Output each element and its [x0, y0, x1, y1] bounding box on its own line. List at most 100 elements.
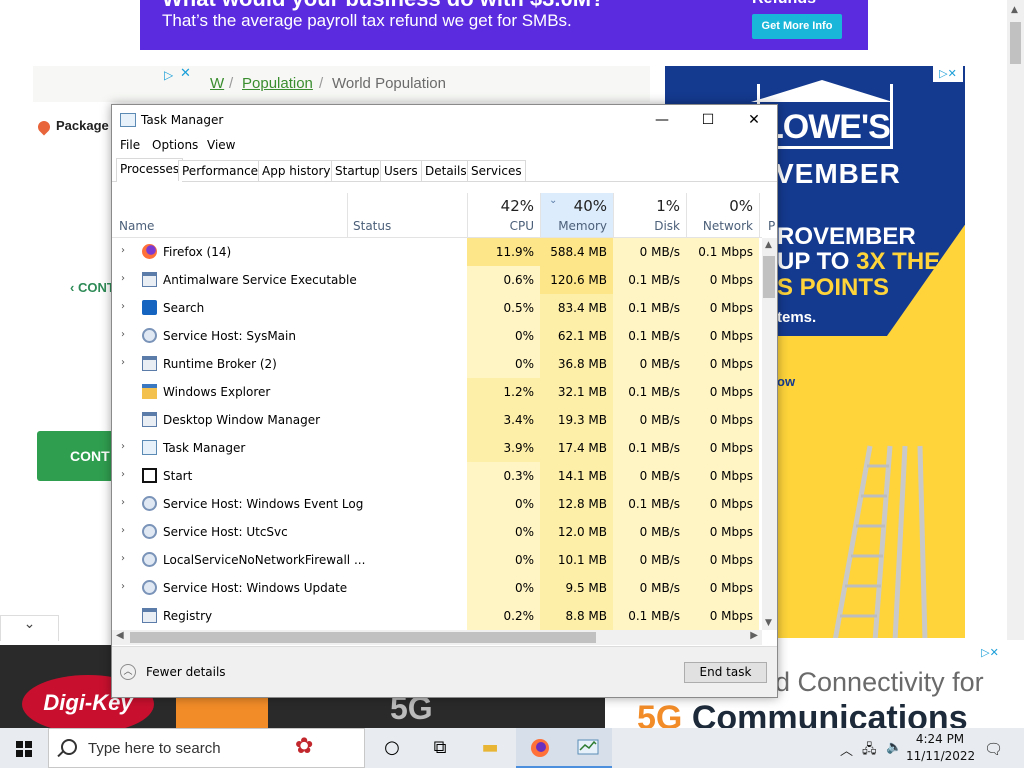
expand-chevron-icon[interactable]: › — [121, 497, 125, 508]
table-row[interactable]: Registry 0.2% 8.8 MB 0.1 MB/s 0 Mbps — [112, 602, 762, 630]
breadcrumb-home-link[interactable]: W — [210, 75, 224, 92]
column-power-partial[interactable]: P — [768, 219, 775, 233]
task-manager-window[interactable]: Task Manager — ☐ ✕ File Options View Pro… — [111, 104, 778, 698]
column-cpu[interactable]: 42% CPU — [467, 193, 540, 237]
column-divider[interactable] — [347, 193, 348, 237]
scroll-up-icon[interactable]: ▲ — [1011, 5, 1018, 15]
expand-chevron-icon[interactable]: › — [121, 329, 125, 340]
scroll-right-icon[interactable]: ▶ — [750, 630, 758, 641]
close-button[interactable]: ✕ — [731, 105, 777, 135]
taskbar-search-box[interactable]: Type here to search ✿ — [48, 728, 365, 768]
file-explorer-icon[interactable]: ▬ — [466, 728, 514, 768]
breadcrumb-population-link[interactable]: Population — [242, 75, 313, 92]
column-divider[interactable] — [686, 193, 687, 237]
table-row[interactable]: Desktop Window Manager 3.4% 19.3 MB 0 MB/s 0… — [112, 406, 762, 434]
column-network[interactable]: 0% Network — [686, 193, 759, 237]
table-row[interactable]: › LocalServiceNoNetworkFirewall ... 0% 10.1… — [112, 546, 762, 574]
notification-icon[interactable]: 🗨 — [984, 740, 1003, 758]
table-row[interactable]: Windows Explorer 1.2% 32.1 MB 0.1 MB/s 0 Mbp… — [112, 378, 762, 406]
scroll-left-icon[interactable]: ◀ — [116, 630, 124, 641]
expand-chevron-icon[interactable]: › — [121, 553, 125, 564]
table-row[interactable]: › Task Manager 3.9% 17.4 MB 0.1 MB/s 0 Mbps — [112, 434, 762, 462]
tab-processes[interactable]: Processes — [116, 158, 184, 182]
lowes-shop-button[interactable]: ow — [777, 364, 823, 400]
tab-startup[interactable]: Startup — [331, 160, 384, 181]
expand-chevron-icon[interactable]: › — [121, 245, 125, 256]
table-row[interactable]: › Antimalware Service Executable 0.6% 120.6… — [112, 266, 762, 294]
column-divider[interactable] — [613, 193, 614, 237]
table-row[interactable]: › Service Host: UtcSvc 0% 12.0 MB 0 MB/s 0 Mb… — [112, 518, 762, 546]
continue-button[interactable]: CONT — [37, 431, 117, 481]
expand-chevron-icon[interactable]: › — [121, 357, 125, 368]
adchoices-icon[interactable]: ▷ — [164, 68, 173, 82]
expand-chevron-icon[interactable]: › — [121, 581, 125, 592]
expand-chevron-icon[interactable]: › — [121, 525, 125, 536]
table-row[interactable]: › Runtime Broker (2) 0% 36.8 MB 0 MB/s 0 Mbps — [112, 350, 762, 378]
horizontal-scrollbar-thumb[interactable] — [130, 632, 596, 643]
column-divider[interactable] — [540, 193, 541, 237]
menu-options[interactable]: Options — [152, 138, 198, 152]
clock[interactable]: 4:24 PM 11/11/2022 — [906, 731, 975, 765]
tab-details[interactable]: Details — [421, 160, 471, 181]
vertical-scrollbar-thumb[interactable] — [763, 256, 775, 298]
horizontal-scrollbar[interactable]: ◀ ▶ — [112, 630, 762, 645]
expand-chevron-icon[interactable]: › — [121, 273, 125, 284]
maximize-button[interactable]: ☐ — [685, 105, 731, 135]
table-row[interactable]: › Search 0.5% 83.4 MB 0.1 MB/s 0 Mbps — [112, 294, 762, 322]
ad-close-icon[interactable]: ▷✕ — [975, 645, 1005, 661]
table-row[interactable]: › Service Host: Windows Update 0% 9.5 MB 0 M… — [112, 574, 762, 602]
tab-performance[interactable]: Performance — [178, 160, 263, 181]
vertical-scrollbar[interactable]: ▲ ▼ — [762, 238, 777, 630]
continue-link[interactable]: ‹ CONT — [70, 280, 115, 295]
table-row[interactable]: › Start 0.3% 14.1 MB 0 MB/s 0 Mbps — [112, 462, 762, 490]
start-button[interactable] — [0, 728, 48, 768]
expand-chevron-icon[interactable]: › — [121, 441, 125, 452]
expand-chevron-icon[interactable]: › — [121, 301, 125, 312]
package-label[interactable]: Package — [35, 118, 109, 136]
task-manager-icon[interactable] — [564, 728, 612, 768]
get-more-info-button[interactable]: Get More Info — [752, 14, 842, 39]
cortana-icon[interactable]: ○ — [368, 728, 416, 768]
chevron-up-icon[interactable]: ︿ — [120, 664, 136, 680]
ad-close-icon[interactable]: ▷✕ — [933, 66, 963, 82]
process-memory-value: 9.5 MB — [540, 574, 613, 602]
page-scrollbar-thumb[interactable] — [1010, 22, 1021, 64]
collapse-ad-chevron-icon[interactable]: ⌄ — [0, 615, 59, 641]
menu-view[interactable]: View — [207, 138, 235, 152]
network-icon[interactable]: 🖧 — [862, 740, 877, 762]
payroll-ad-banner[interactable]: What would your business do with $3.0M? … — [140, 0, 868, 50]
ad-close-icon[interactable]: ✕ — [180, 66, 191, 81]
title-bar[interactable]: Task Manager — ☐ ✕ — [112, 105, 777, 135]
column-divider[interactable] — [759, 193, 760, 237]
fewer-details-link[interactable]: Fewer details — [146, 665, 226, 679]
process-name: Service Host: UtcSvc — [163, 525, 288, 539]
page-scrollbar[interactable]: ▲ — [1007, 0, 1024, 640]
expand-chevron-icon[interactable]: › — [121, 469, 125, 480]
menu-file[interactable]: File — [120, 138, 140, 152]
column-disk[interactable]: 1% Disk — [613, 193, 686, 237]
process-memory-value: 12.0 MB — [540, 518, 613, 546]
process-disk-value: 0.1 MB/s — [613, 490, 686, 518]
process-name: Service Host: SysMain — [163, 329, 296, 343]
show-hidden-icons-chevron-icon[interactable]: ︿ — [840, 740, 853, 759]
task-view-icon[interactable]: ⧉ — [416, 728, 464, 768]
memory-total: 40% — [573, 197, 607, 215]
column-memory[interactable]: ⌄ 40% Memory — [540, 193, 613, 237]
tab-users[interactable]: Users — [380, 160, 422, 181]
tab-services[interactable]: Services — [467, 160, 526, 181]
process-list[interactable]: › Firefox (14) 11.9% 588.4 MB 0 MB/s 0.1 Mbps… — [112, 238, 762, 630]
scroll-down-icon[interactable]: ▼ — [765, 618, 772, 628]
table-row[interactable]: › Service Host: Windows Event Log 0% 12.8 M… — [112, 490, 762, 518]
volume-icon[interactable]: 🔈 — [886, 740, 902, 755]
column-status[interactable]: Status — [353, 219, 391, 233]
table-row[interactable]: › Firefox (14) 11.9% 588.4 MB 0 MB/s 0.1 Mbps — [112, 238, 762, 266]
scroll-up-icon[interactable]: ▲ — [765, 240, 772, 250]
column-name[interactable]: Name — [119, 219, 154, 233]
minimize-button[interactable]: — — [639, 105, 685, 135]
process-disk-value: 0 MB/s — [613, 462, 686, 490]
tab-app-history[interactable]: App history — [258, 160, 335, 181]
end-task-button[interactable]: End task — [684, 662, 767, 683]
firefox-icon[interactable] — [516, 728, 564, 768]
table-row[interactable]: › Service Host: SysMain 0% 62.1 MB 0.1 MB/s 0… — [112, 322, 762, 350]
gear-icon — [142, 328, 157, 343]
